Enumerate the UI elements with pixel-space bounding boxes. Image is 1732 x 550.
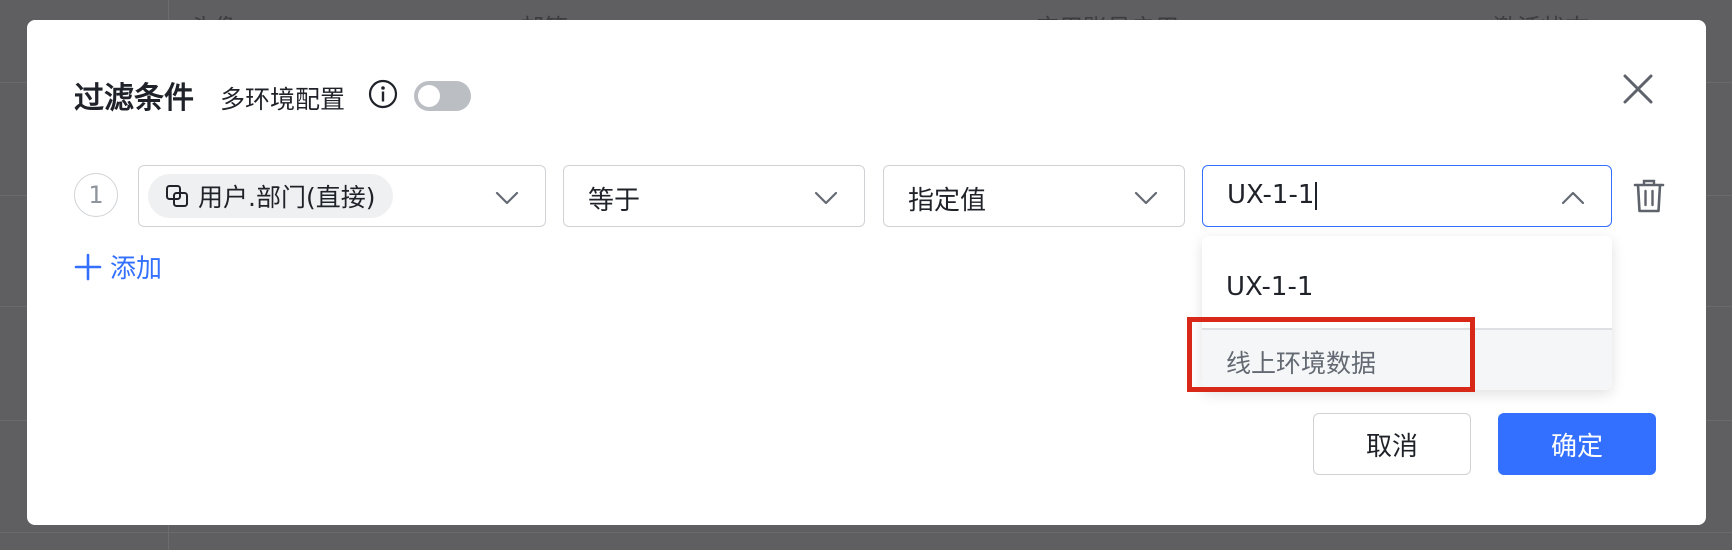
operator-value: 等于: [588, 186, 641, 216]
copy-icon: [166, 185, 188, 207]
chevron-down-icon: [495, 191, 519, 205]
field-select[interactable]: 用户.部门(直接): [138, 165, 546, 227]
filter-modal: 过滤条件 多环境配置 1 用户.部门(直接) 等于 指定值 UX-1-1 添加 …: [27, 20, 1706, 525]
highlight-annotation-box: [1187, 317, 1475, 392]
multi-env-label: 多环境配置: [220, 85, 346, 114]
close-icon[interactable]: [1619, 70, 1657, 108]
table-row-divider: [0, 532, 1732, 533]
chevron-down-icon: [1134, 191, 1158, 205]
condition-index: 1: [74, 173, 118, 217]
value-input-value: UX-1-1: [1227, 180, 1315, 210]
dropdown-option[interactable]: UX-1-1: [1226, 272, 1313, 302]
value-mode-select[interactable]: 指定值: [883, 165, 1185, 227]
chevron-up-icon: [1561, 191, 1585, 205]
text-caret: [1315, 181, 1318, 210]
value-input-text: UX-1-1: [1227, 180, 1318, 210]
value-input[interactable]: UX-1-1: [1202, 165, 1612, 227]
confirm-button[interactable]: 确定: [1498, 413, 1656, 475]
chevron-down-icon: [814, 191, 838, 205]
cancel-button[interactable]: 取消: [1313, 413, 1471, 475]
add-condition-button[interactable]: 添加: [74, 248, 162, 285]
multi-env-toggle[interactable]: [414, 81, 471, 111]
field-tag: 用户.部门(直接): [148, 174, 394, 218]
operator-select[interactable]: 等于: [563, 165, 865, 227]
trash-icon[interactable]: [1632, 177, 1666, 215]
modal-title: 过滤条件: [74, 81, 194, 116]
value-mode-value: 指定值: [908, 186, 987, 216]
add-condition-label: 添加: [110, 254, 163, 284]
info-icon[interactable]: [367, 78, 399, 110]
plus-icon: [74, 253, 102, 280]
field-tag-label: 用户.部门(直接): [198, 183, 376, 212]
toggle-knob: [418, 85, 440, 107]
